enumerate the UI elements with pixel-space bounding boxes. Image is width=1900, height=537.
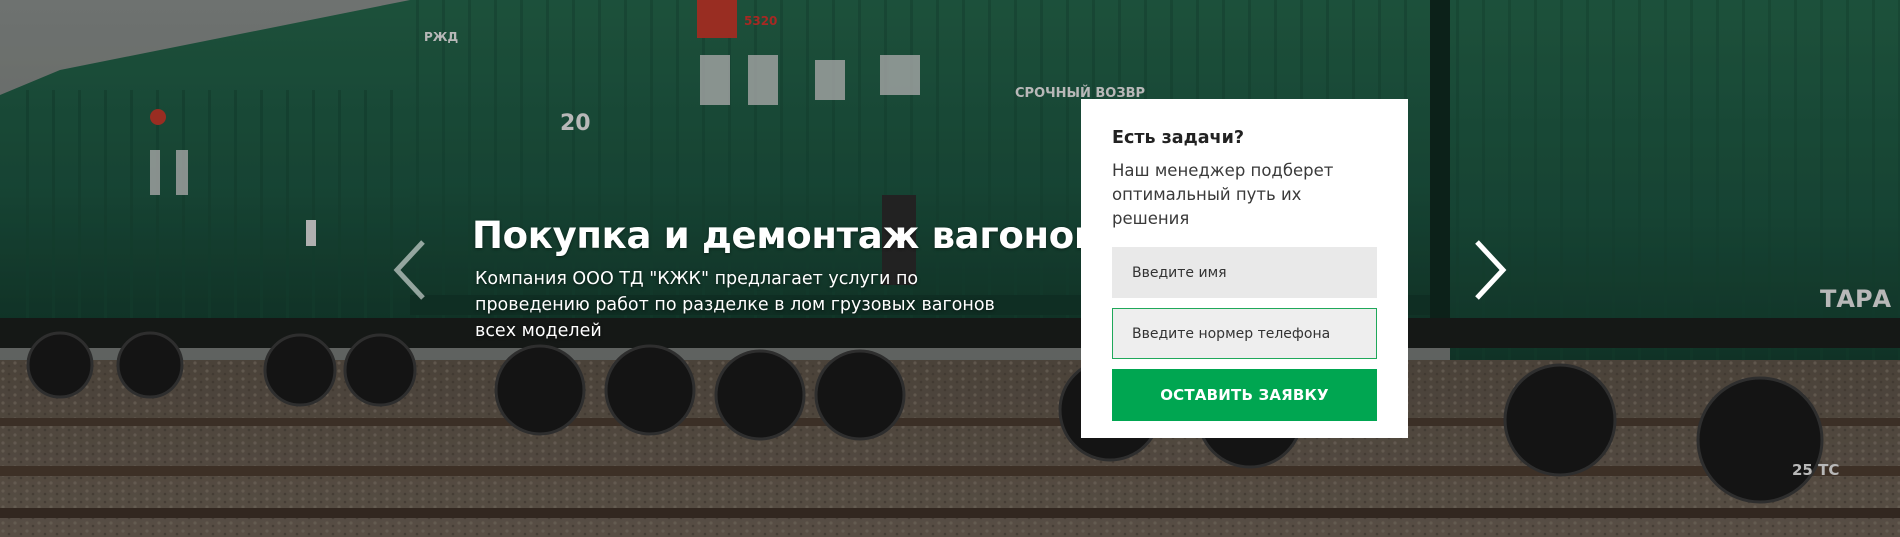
submit-request-button[interactable]: ОСТАВИТЬ ЗАЯВКУ (1112, 369, 1377, 421)
prev-slide-button[interactable] (390, 238, 430, 302)
slide-description: Компания ООО ТД "КЖК" предлагает услуги … (475, 269, 995, 341)
slide-title: Покупка и демонтаж вагонов (472, 214, 1097, 257)
chevron-left-icon (393, 240, 425, 300)
name-input[interactable] (1112, 247, 1377, 298)
chevron-right-icon (1475, 240, 1507, 300)
slide-caption: Покупка и демонтаж вагонов Компания ООО … (472, 212, 1097, 344)
phone-input[interactable] (1112, 308, 1377, 359)
form-title: Есть задачи? (1112, 128, 1244, 148)
callback-form: Есть задачи? Наш менеджер подберет оптим… (1081, 99, 1408, 438)
hero-slider: РЖД 20 СРОЧНЫЙ ВОЗВР ТАРА 22 25 ТС 5320 (0, 0, 1900, 537)
next-slide-button[interactable] (1470, 238, 1510, 302)
form-subtitle: Наш менеджер подберет оптимальный путь и… (1112, 161, 1334, 228)
